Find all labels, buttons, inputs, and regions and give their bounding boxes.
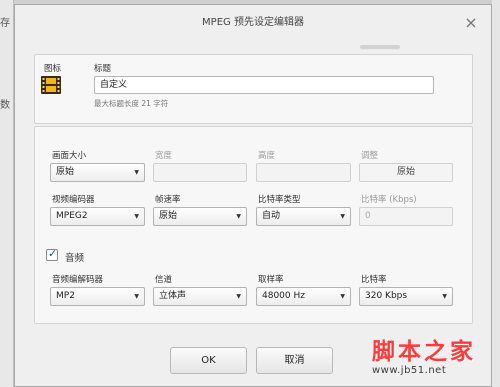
bitrate-type-label: 比特率类型 — [258, 195, 301, 205]
icon-label: 图标 — [44, 64, 62, 74]
chevron-down-icon: ▼ — [134, 213, 139, 220]
chevron-down-icon: ▼ — [236, 293, 241, 300]
background-text: 数 — [0, 100, 10, 111]
background-app-right — [492, 0, 500, 387]
samplerate-select[interactable]: 48000 Hz ▼ — [256, 287, 351, 306]
background-app-edge: 存 数 — [0, 0, 14, 387]
frame-size-label: 画面大小 — [52, 151, 87, 161]
video-codec-label: 视频编码器 — [52, 195, 95, 205]
audio-bitrate-value: 320 Kbps — [365, 291, 408, 301]
frame-size-select[interactable]: 原始 ▼ — [50, 163, 145, 182]
chevron-down-icon: ▼ — [340, 213, 345, 220]
chevron-down-icon: ▼ — [442, 293, 447, 300]
framerate-value: 原始 — [159, 211, 178, 221]
chevron-down-icon: ▼ — [340, 293, 345, 300]
watermark: 脚本之家 www.jb51.net — [372, 339, 496, 377]
audio-codec-value: MP2 — [56, 291, 75, 301]
title-hint: 最大标题长度 21 字符 — [94, 99, 169, 108]
bitrate-input[interactable]: 0 — [359, 207, 453, 226]
samplerate-value: 48000 Hz — [262, 291, 305, 301]
height-input[interactable] — [256, 163, 351, 182]
channels-select[interactable]: 立体声 ▼ — [153, 287, 247, 306]
video-codec-value: MPEG2 — [56, 211, 88, 221]
bitrate-type-select[interactable]: 自动 ▼ — [256, 207, 351, 226]
cancel-button[interactable]: 取消 — [256, 347, 333, 374]
title-label: 标题 — [94, 64, 112, 74]
framerate-select[interactable]: 原始 ▼ — [153, 207, 247, 226]
film-icon — [41, 76, 61, 94]
title-input[interactable]: 自定义 — [94, 76, 434, 94]
chevron-down-icon: ▼ — [134, 169, 139, 176]
frame-size-value: 原始 — [56, 167, 75, 177]
samplerate-label: 取样率 — [258, 275, 284, 285]
audio-codec-label: 音频编解码器 — [52, 275, 104, 285]
background-text: 存 — [0, 18, 10, 29]
decorative-smudge — [360, 45, 400, 49]
framerate-label: 帧速率 — [155, 195, 181, 205]
width-label: 宽度 — [155, 151, 173, 161]
channels-value: 立体声 — [159, 291, 187, 301]
bitrate-label: 比特率 (Kbps) — [361, 195, 417, 205]
watermark-text: 脚本之家 — [372, 338, 476, 365]
chevron-down-icon: ▼ — [134, 293, 139, 300]
adjust-label: 调整 — [361, 151, 379, 161]
width-input[interactable] — [153, 163, 247, 182]
video-codec-select[interactable]: MPEG2 ▼ — [50, 207, 145, 226]
audio-bitrate-label: 比特率 — [361, 275, 387, 285]
dialog-title: MPEG 预先设定编辑器 — [202, 17, 304, 28]
channels-label: 信道 — [155, 275, 173, 285]
bitrate-type-value: 自动 — [262, 211, 281, 221]
mpeg-preset-editor-dialog: MPEG 预先设定编辑器 × 图标 标题 自定义 最大标题长度 21 字符 画面… — [14, 4, 492, 387]
adjust-original-button[interactable]: 原始 — [359, 163, 453, 182]
checkmark-icon: ✓ — [48, 247, 58, 260]
audio-checkbox-label: 音频 — [65, 253, 85, 264]
watermark-url: www.jb51.net — [372, 365, 447, 376]
height-label: 高度 — [258, 151, 276, 161]
audio-codec-select[interactable]: MP2 ▼ — [50, 287, 145, 306]
chevron-down-icon: ▼ — [236, 213, 241, 220]
close-icon[interactable]: × — [461, 13, 481, 33]
audio-bitrate-select[interactable]: 320 Kbps ▼ — [359, 287, 453, 306]
audio-checkbox[interactable]: ✓ — [46, 247, 58, 261]
ok-button[interactable]: OK — [170, 347, 247, 374]
